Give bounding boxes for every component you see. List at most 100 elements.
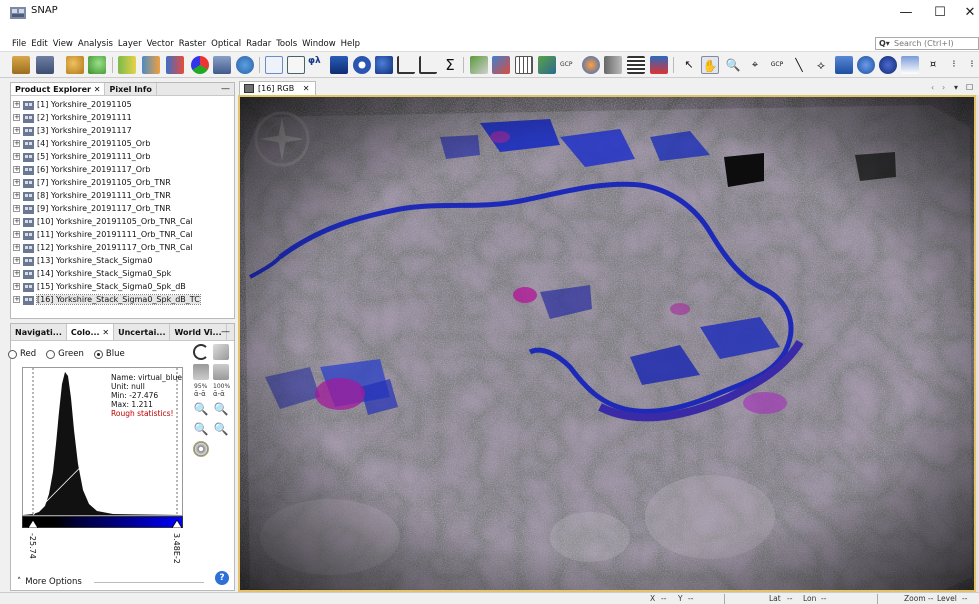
expand-toggle-icon[interactable]: + — [13, 114, 20, 121]
tab-pixel-info[interactable]: Pixel Info — [105, 83, 157, 95]
line-tool-icon[interactable]: ╲ — [790, 56, 808, 74]
scroll-right-icon[interactable]: › — [942, 81, 945, 95]
export-palette-icon[interactable] — [213, 364, 229, 380]
toolbar-overflow-icon[interactable]: ⁝ — [945, 56, 963, 74]
expand-toggle-icon[interactable]: + — [13, 231, 20, 238]
expand-toggle-icon[interactable]: + — [13, 270, 20, 277]
zoom-out-vertical-icon[interactable]: 🔍 — [213, 401, 229, 417]
min-slider-handle[interactable] — [28, 520, 38, 528]
magic-wand-icon[interactable] — [901, 56, 919, 74]
rectangle-tool-icon[interactable] — [835, 56, 853, 74]
expand-toggle-icon[interactable]: + — [13, 205, 20, 212]
max-slider-handle[interactable] — [172, 520, 182, 528]
filtered-band-icon[interactable] — [142, 56, 160, 74]
expand-toggle-icon[interactable]: + — [13, 257, 20, 264]
radio-red[interactable]: Red — [8, 349, 36, 359]
product-tree-item[interactable]: + [8] Yorkshire_20191111_Orb_TNR — [13, 189, 171, 202]
menu-help[interactable]: Help — [341, 37, 360, 51]
product-tree-item[interactable]: + [11] Yorkshire_20191111_Orb_TNR_Cal — [13, 228, 193, 241]
tab-world-view[interactable]: World Vi... — [170, 324, 227, 340]
minimize-panel-button[interactable]: — — [221, 324, 230, 341]
minimize-panel-button[interactable]: — — [221, 83, 230, 96]
max-slider-value[interactable]: 3.48E-2 — [172, 533, 181, 564]
product-tree-item[interactable]: + [1] Yorkshire_20191105 — [13, 98, 132, 111]
menu-view[interactable]: View — [53, 37, 73, 51]
help-button[interactable]: ? — [215, 571, 229, 585]
sum-icon[interactable]: Σ — [441, 56, 459, 74]
menu-optical[interactable]: Optical — [211, 37, 241, 51]
pin-manager-icon[interactable] — [604, 56, 622, 74]
scatter-plot-icon[interactable] — [419, 56, 437, 74]
product-tree-item[interactable]: + [7] Yorkshire_20191105_Orb_TNR — [13, 176, 171, 189]
product-tree-item[interactable]: + [12] Yorkshire_20191117_Orb_TNR_Cal — [13, 241, 193, 254]
color-gradient-bar[interactable] — [22, 516, 183, 528]
product-tree-item[interactable]: + [6] Yorkshire_20191117_Orb — [13, 163, 150, 176]
zoom-tool-icon[interactable]: 🔍 — [724, 56, 742, 74]
expand-toggle-icon[interactable]: + — [13, 153, 20, 160]
open-image-view-icon[interactable] — [213, 56, 231, 74]
pin-placing-icon[interactable]: ⌖ — [746, 56, 764, 74]
zoom-in-horizontal-icon[interactable]: 🔍 — [193, 421, 209, 437]
maximize-button[interactable]: ☐ — [925, 2, 955, 24]
band-subset-icon[interactable] — [166, 56, 184, 74]
histogram-icon[interactable] — [330, 56, 348, 74]
toolbar-overflow-icon[interactable]: ⁝ — [963, 56, 979, 74]
search-input[interactable]: Q▾ Search (Ctrl+I) — [875, 37, 979, 50]
gcp-placing-icon[interactable]: GCP — [768, 56, 786, 74]
tab-uncertainty[interactable]: Uncertai... — [114, 324, 171, 340]
close-icon[interactable]: ✕ — [102, 328, 109, 337]
menu-raster[interactable]: Raster — [179, 37, 206, 51]
wavelength-icon[interactable]: φλ — [308, 56, 326, 74]
import-palette-icon[interactable] — [193, 364, 209, 380]
expand-toggle-icon[interactable]: + — [13, 218, 20, 225]
tab-product-explorer[interactable]: Product Explorer ✕ — [11, 83, 106, 95]
multi-apply-icon[interactable] — [213, 344, 229, 360]
expand-toggle-icon[interactable]: + — [13, 140, 20, 147]
menu-file[interactable]: File — [12, 37, 26, 51]
product-tree-item[interactable]: + [4] Yorkshire_20191105_Orb — [13, 137, 150, 150]
information-icon[interactable] — [353, 56, 371, 74]
radio-blue[interactable]: Blue — [93, 349, 125, 359]
expand-toggle-icon[interactable]: + — [13, 179, 20, 186]
menu-layer[interactable]: Layer — [118, 37, 142, 51]
tab-rgb-view[interactable]: [16] RGB ✕ — [239, 81, 317, 95]
product-tree-item[interactable]: + [14] Yorkshire_Stack_Sigma0_Spk — [13, 267, 171, 280]
product-tree-item[interactable]: + [9] Yorkshire_20191117_Orb_TNR — [13, 202, 171, 215]
polyline-tool-icon[interactable]: ⟡ — [812, 56, 830, 74]
polygon-tool-icon[interactable] — [857, 56, 875, 74]
menu-tools[interactable]: Tools — [276, 37, 297, 51]
menu-analysis[interactable]: Analysis — [78, 37, 113, 51]
ellipse-tool-icon[interactable] — [879, 56, 897, 74]
scroll-left-icon[interactable]: ‹ — [931, 81, 934, 95]
product-tree-item[interactable]: + [3] Yorkshire_20191117 — [13, 124, 132, 137]
expand-toggle-icon[interactable]: + — [13, 283, 20, 290]
product-tree-item[interactable]: + [2] Yorkshire_20191111 — [13, 111, 132, 124]
radio-green[interactable]: Green — [46, 349, 84, 359]
rgb-image-icon[interactable] — [191, 56, 209, 74]
draw-rectangle-icon[interactable] — [287, 56, 305, 74]
expand-toggle-icon[interactable]: + — [13, 244, 20, 251]
mask-manager-icon[interactable] — [470, 56, 488, 74]
tab-colour-manipulation[interactable]: Colo... ✕ — [66, 324, 115, 340]
expand-toggle-icon[interactable]: + — [13, 127, 20, 134]
save-product-icon[interactable] — [36, 56, 54, 74]
min-slider-value[interactable]: -25.74 — [28, 533, 37, 559]
statistics-icon[interactable] — [375, 56, 393, 74]
percent-100-button[interactable]: 100% — [213, 383, 230, 390]
redo-icon[interactable] — [88, 56, 106, 74]
expand-toggle-icon[interactable]: + — [13, 192, 20, 199]
product-tree-item[interactable]: + [5] Yorkshire_20191111_Orb — [13, 150, 150, 163]
menu-radar[interactable]: Radar — [246, 37, 271, 51]
profile-plot-icon[interactable] — [397, 56, 415, 74]
vector-data-icon[interactable] — [538, 56, 556, 74]
view-menu-icon[interactable]: ▾ — [954, 81, 958, 95]
zoom-out-horizontal-icon[interactable]: 🔍 — [213, 421, 229, 437]
gcp-manager-icon[interactable]: GCP — [560, 56, 578, 74]
graticule-icon[interactable] — [515, 56, 533, 74]
layer-manager-icon[interactable] — [492, 56, 510, 74]
maximize-view-icon[interactable]: ☐ — [966, 81, 973, 95]
menu-vector[interactable]: Vector — [147, 37, 174, 51]
band-maths-icon[interactable] — [118, 56, 136, 74]
zoom-in-vertical-icon[interactable]: 🔍 — [193, 401, 209, 417]
product-tree-item[interactable]: + [13] Yorkshire_Stack_Sigma0 — [13, 254, 152, 267]
